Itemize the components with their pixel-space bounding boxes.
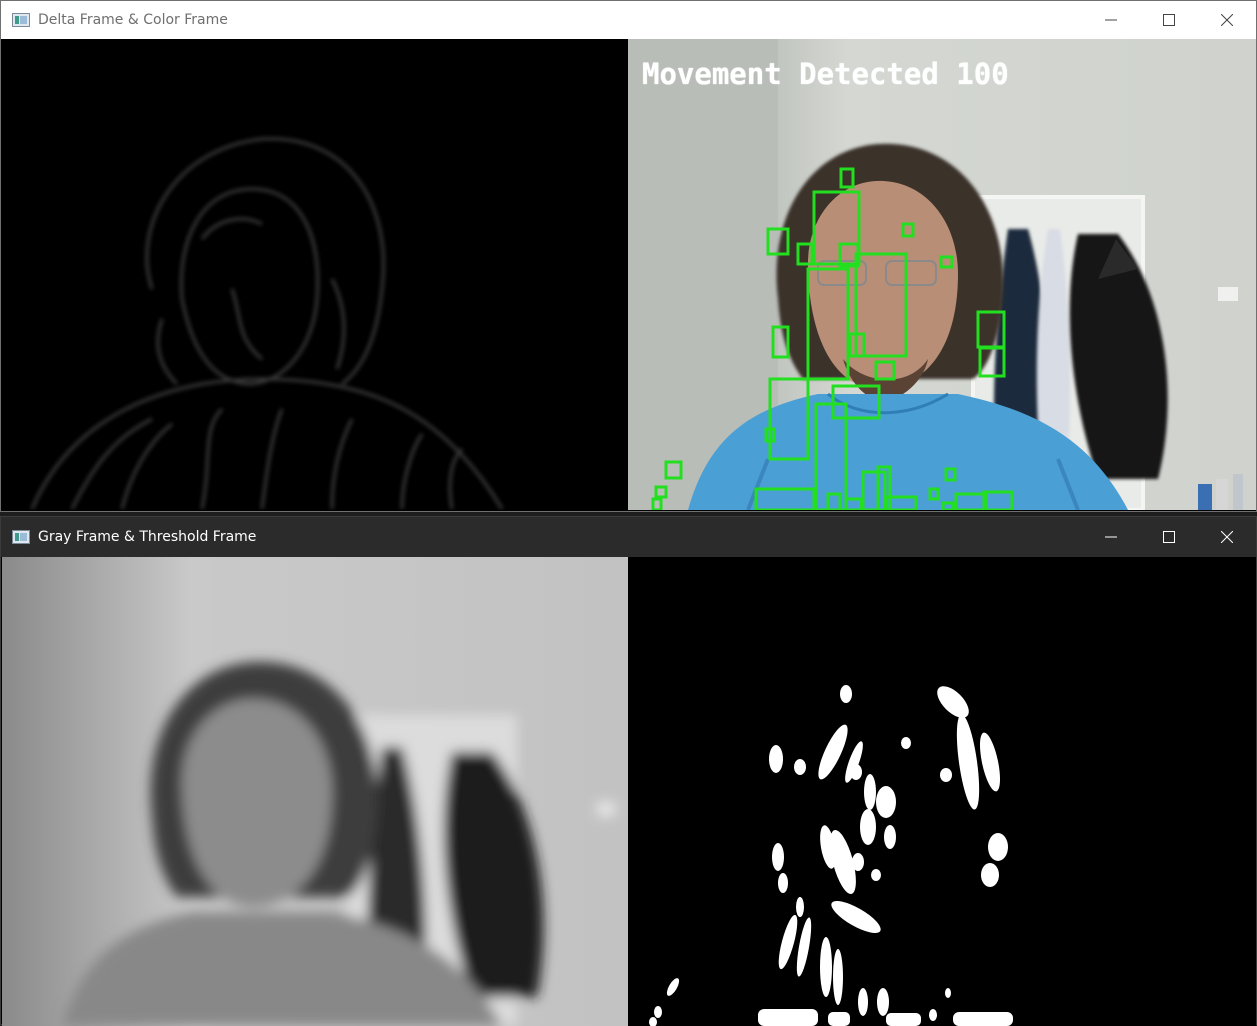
close-icon [1221, 531, 1233, 543]
minimize-button[interactable] [1082, 1, 1140, 39]
close-icon [1221, 14, 1233, 26]
delta-frame-image [2, 39, 628, 510]
gray-frame-image [2, 557, 628, 1026]
maximize-button[interactable] [1140, 517, 1198, 557]
title-bar[interactable]: Delta Frame & Color Frame [1, 1, 1256, 39]
maximize-icon [1163, 14, 1175, 26]
minimize-button[interactable] [1082, 517, 1140, 557]
gray-threshold-window: Gray Frame & Threshold Frame [0, 516, 1257, 1026]
color-frame-image [628, 39, 1256, 510]
minimize-icon [1105, 536, 1117, 538]
window-title: Gray Frame & Threshold Frame [38, 529, 257, 545]
minimize-icon [1105, 19, 1117, 21]
close-button[interactable] [1198, 1, 1256, 39]
title-bar[interactable]: Gray Frame & Threshold Frame [1, 517, 1256, 557]
threshold-frame-image [628, 557, 1256, 1026]
opencv-window-icon [12, 13, 30, 27]
color-frame: Movement Detected 100 [628, 39, 1256, 510]
movement-detected-label: Movement Detected 100 [642, 57, 1009, 91]
opencv-window-icon [12, 530, 30, 544]
delta-color-window: Delta Frame & Color Frame Movement Detec… [0, 0, 1257, 512]
gray-frame [2, 557, 628, 1026]
window-title: Delta Frame & Color Frame [38, 12, 228, 28]
maximize-button[interactable] [1140, 1, 1198, 39]
close-button[interactable] [1198, 517, 1256, 557]
delta-frame [2, 39, 628, 510]
threshold-frame [628, 557, 1256, 1026]
maximize-icon [1163, 531, 1175, 543]
